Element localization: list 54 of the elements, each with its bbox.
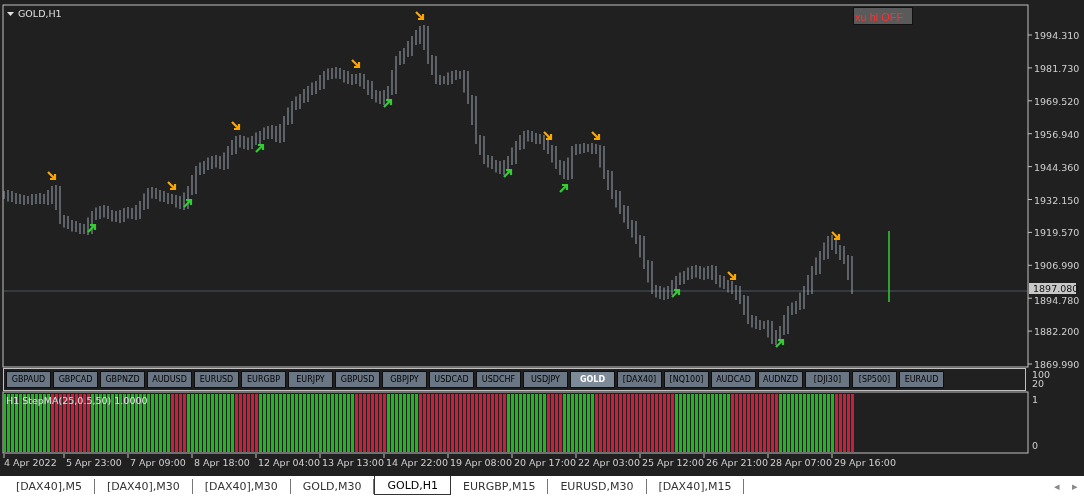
- indicator-scale-label: 0: [1032, 440, 1039, 451]
- symbol-button[interactable]: [DJI30]: [805, 371, 850, 388]
- price-tick-label: 1932.150: [1034, 194, 1080, 206]
- time-tick-label: 26 Apr 21:00: [706, 457, 768, 468]
- time-tick-label: 5 Apr 23:00: [66, 457, 122, 468]
- price-tick-label: 1869.990: [1034, 359, 1080, 368]
- price-tick-label: 1919.570: [1034, 227, 1080, 239]
- indicator-scale-label: 1: [1032, 394, 1039, 405]
- time-tick-label: 8 Apr 18:00: [194, 457, 250, 468]
- symbol-button[interactable]: USDJPY: [523, 371, 568, 388]
- price-tick-label: 1882.200: [1034, 326, 1080, 338]
- price-tick-label: 1894.780: [1034, 295, 1080, 307]
- collapse-icon[interactable]: [7, 12, 14, 16]
- time-tick-label: 4 Apr 2022: [4, 457, 57, 468]
- symbol-button[interactable]: USDCAD: [429, 371, 474, 388]
- symbol-button[interactable]: GOLD: [570, 371, 615, 388]
- time-tick-label: 29 Apr 16:00: [834, 457, 896, 468]
- symbol-button[interactable]: AUDUSD: [147, 371, 192, 388]
- symbol-button[interactable]: [NQ100]: [664, 371, 709, 388]
- symbol-button[interactable]: GBPJPY: [382, 371, 427, 388]
- symbol-button[interactable]: [SP500]: [852, 371, 897, 388]
- time-tick-label: 20 Apr 17:00: [514, 457, 576, 468]
- time-tick-label: 22 Apr 03:00: [578, 457, 640, 468]
- chart-symbol-label: GOLD,H1: [18, 8, 62, 19]
- symbol-button[interactable]: EURAUD: [899, 371, 944, 388]
- time-tick-label: 13 Apr 13:00: [322, 457, 384, 468]
- symbol-button[interactable]: GBPAUD: [6, 371, 51, 388]
- symbol-button[interactable]: EURGBP: [241, 371, 286, 388]
- symbol-button[interactable]: [DAX40]: [617, 371, 662, 388]
- price-tick-label: 1944.360: [1034, 161, 1080, 173]
- symbol-button[interactable]: EURUSD: [194, 371, 239, 388]
- symbol-button[interactable]: GBPNZD: [100, 371, 145, 388]
- time-tick-label: 14 Apr 22:00: [386, 457, 448, 468]
- time-tick-label: 7 Apr 09:00: [130, 457, 186, 468]
- time-tick-label: 19 Apr 08:00: [450, 457, 512, 468]
- symbol-button[interactable]: AUDNZD: [758, 371, 803, 388]
- scale-label: 20: [1032, 378, 1045, 389]
- symbol-button[interactable]: USDCHF: [476, 371, 521, 388]
- scale-label: 100: [1032, 369, 1051, 380]
- time-tick-label: 25 Apr 12:00: [642, 457, 704, 468]
- time-tick-label: 28 Apr 07:00: [770, 457, 832, 468]
- chart-tab[interactable]: GOLD,H1: [374, 476, 452, 495]
- price-tick-label: 1969.520: [1034, 95, 1080, 107]
- price-tick-label: 1906.990: [1034, 260, 1080, 272]
- symbol-button[interactable]: GBPCAD: [53, 371, 98, 388]
- price-tick-label: 1956.940: [1034, 128, 1080, 140]
- symbol-button[interactable]: EURJPY: [288, 371, 333, 388]
- time-tick-label: 12 Apr 04:00: [258, 457, 320, 468]
- tab-scroll-button[interactable]: ◂: [1048, 476, 1066, 496]
- tab-scroll-button[interactable]: ▸: [1066, 476, 1084, 496]
- price-tick-label: 1981.730: [1034, 62, 1080, 74]
- symbol-button[interactable]: AUDCAD: [711, 371, 756, 388]
- price-tick-label: 1994.310: [1034, 30, 1080, 41]
- symbol-button[interactable]: GBPUSD: [335, 371, 380, 388]
